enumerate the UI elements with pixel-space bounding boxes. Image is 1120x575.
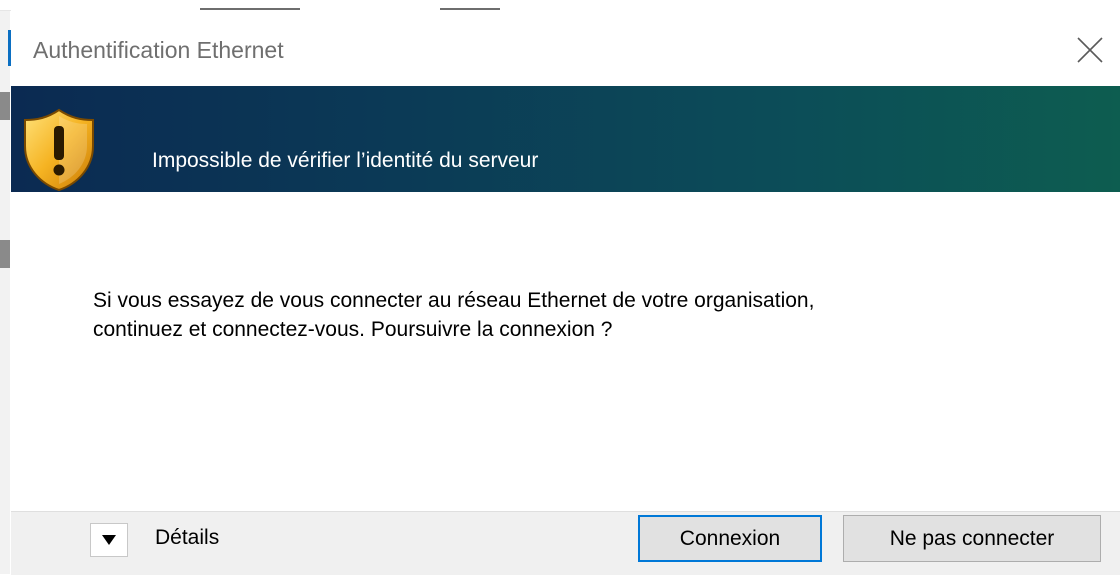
background-window-mark — [0, 240, 10, 268]
dont-connect-button[interactable]: Ne pas connecter — [843, 515, 1101, 562]
close-button[interactable] — [1060, 24, 1120, 74]
background-window-edge — [0, 0, 10, 574]
connect-button[interactable]: Connexion — [638, 515, 822, 562]
background-window-mark — [0, 92, 10, 120]
shield-warning-icon — [24, 108, 94, 192]
warning-banner: Impossible de vérifier l’identité du ser… — [11, 86, 1120, 192]
banner-message: Impossible de vérifier l’identité du ser… — [152, 149, 539, 172]
message-line-2: continuez et connectez-vous. Poursuivre … — [93, 318, 613, 341]
dialog-footer: Détails Connexion Ne pas connecter — [11, 511, 1120, 575]
details-label[interactable]: Détails — [155, 526, 219, 550]
dialog-message: Si vous essayez de vous connecter au rés… — [93, 286, 1093, 344]
dialog-title: Authentification Ethernet — [33, 37, 284, 63]
message-line-1: Si vous essayez de vous connecter au rés… — [93, 289, 815, 312]
dialog-titlebar: Authentification Ethernet — [11, 10, 1120, 86]
close-icon — [1077, 37, 1103, 63]
authentication-dialog: Authentification Ethernet Impossible de … — [11, 10, 1120, 575]
details-toggle-button[interactable] — [90, 523, 128, 557]
triangle-down-icon — [102, 535, 116, 545]
